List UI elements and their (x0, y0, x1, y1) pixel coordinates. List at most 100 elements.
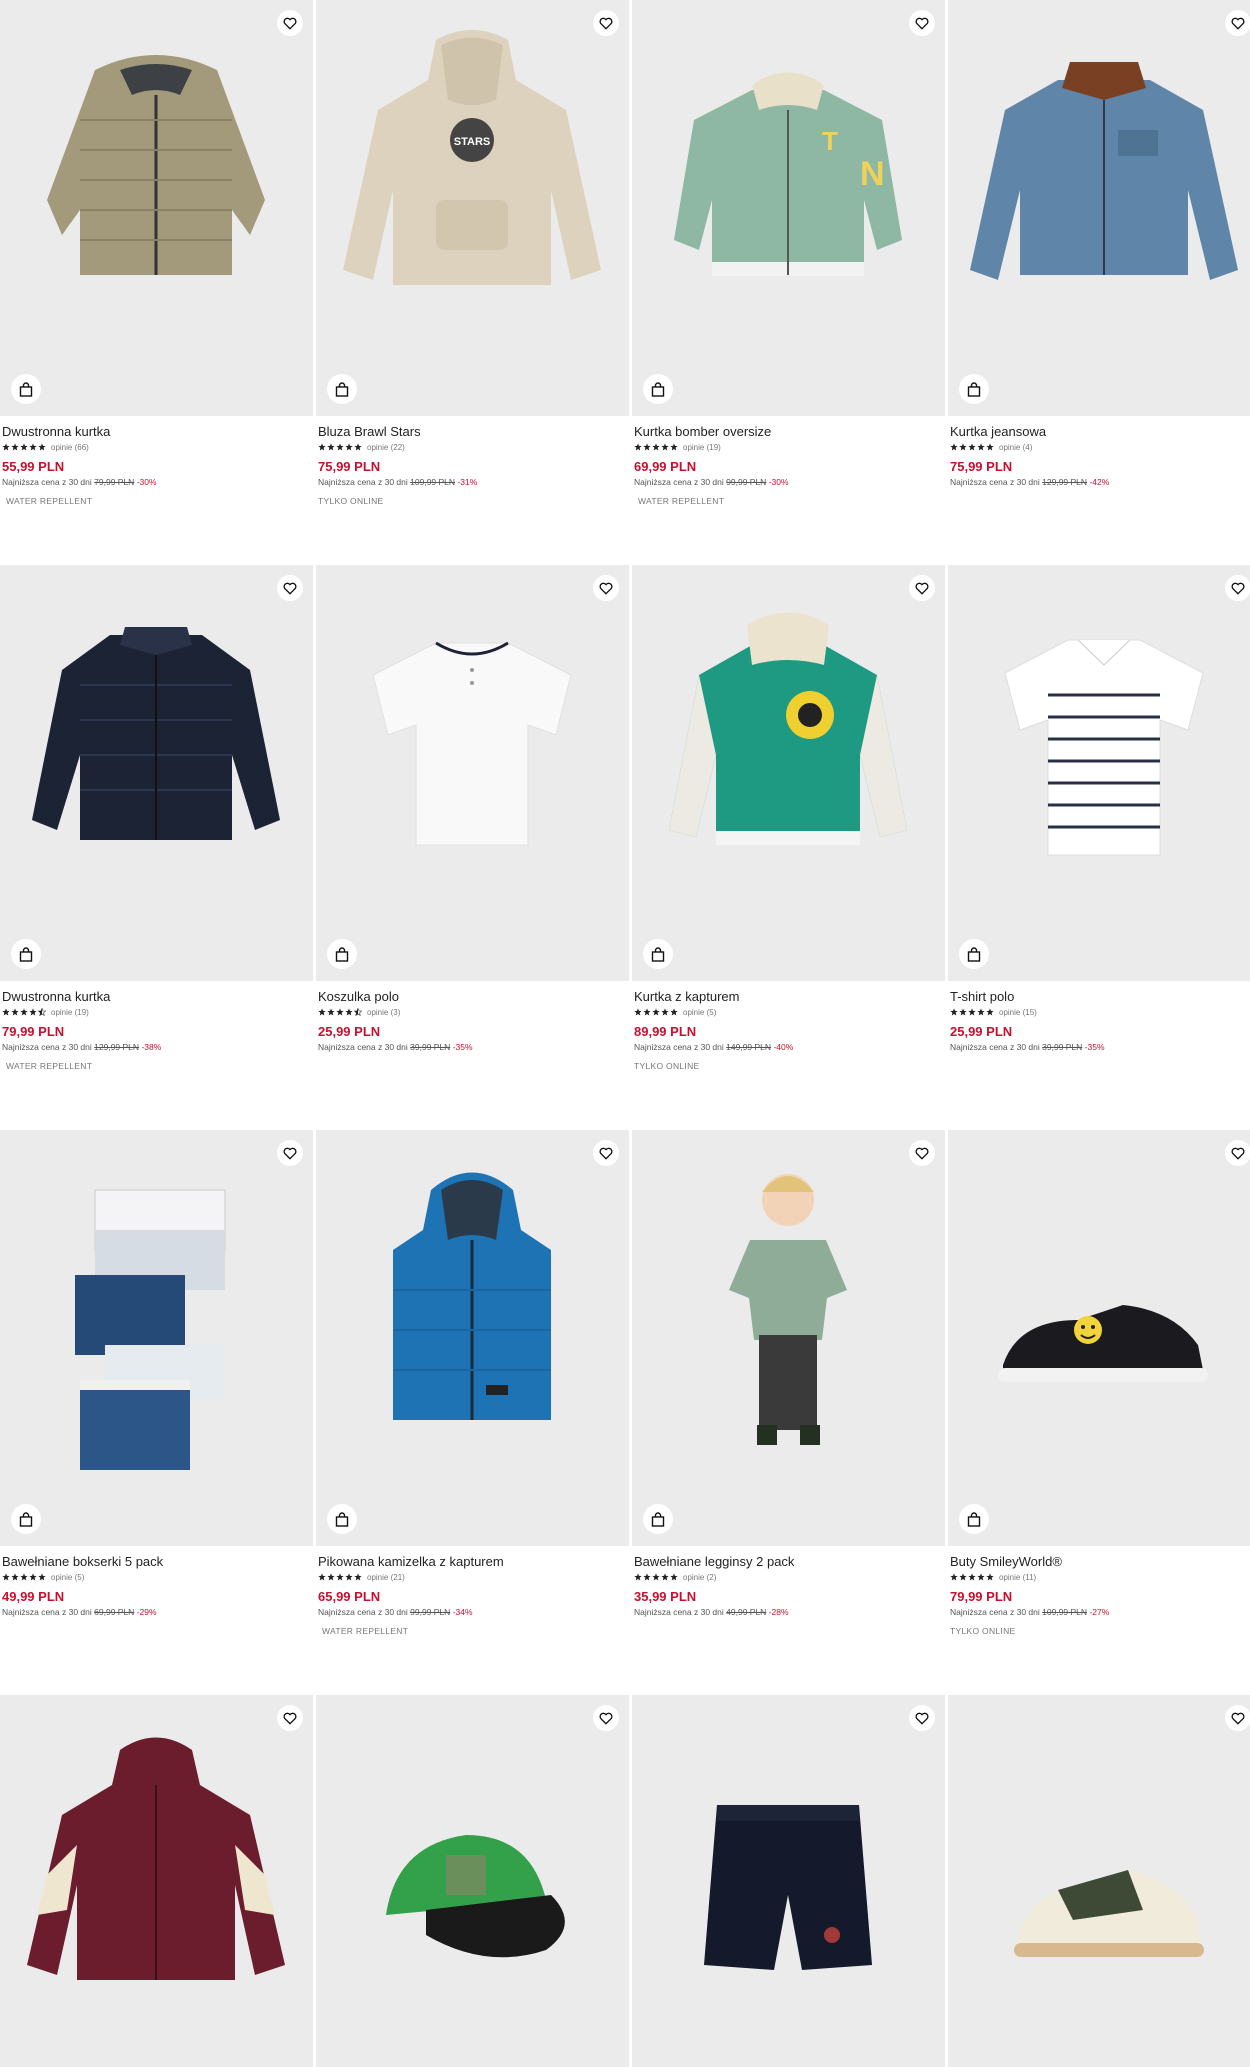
product-rating: opinie (11) (950, 1572, 1250, 1582)
product-name[interactable]: Buty SmileyWorld® (950, 1554, 1250, 1569)
product-card[interactable]: Bawełniane bokserki 5 pack opinie (5) 49… (0, 1130, 313, 1617)
add-to-cart-button[interactable] (959, 1504, 989, 1534)
product-image[interactable] (316, 1130, 629, 1546)
product-image[interactable] (948, 0, 1250, 416)
favorite-button[interactable] (593, 1705, 619, 1731)
product-image[interactable] (948, 1695, 1250, 2067)
product-image[interactable] (0, 565, 313, 981)
product-card[interactable] (632, 1695, 945, 2067)
opinions-count[interactable]: opinie (22) (367, 443, 405, 452)
favorite-button[interactable] (277, 575, 303, 601)
star-icon (38, 443, 46, 451)
favorite-button[interactable] (909, 575, 935, 601)
product-image[interactable]: N T (632, 0, 945, 416)
product-card[interactable]: Kurtka jeansowa opinie (4) 75,99 PLN Naj… (948, 0, 1250, 487)
favorite-button[interactable] (277, 1705, 303, 1731)
add-to-cart-button[interactable] (11, 374, 41, 404)
rating-stars (318, 443, 362, 451)
product-name[interactable]: Bluza Brawl Stars (318, 424, 627, 439)
product-card[interactable]: Dwustronna kurtka opinie (19) 79,99 PLN … (0, 565, 313, 1071)
add-to-cart-button[interactable] (327, 1504, 357, 1534)
product-image[interactable]: STARS (316, 0, 629, 416)
product-card[interactable]: Kurtka z kapturem opinie (5) 89,99 PLN N… (632, 565, 945, 1071)
opinions-count[interactable]: opinie (19) (683, 443, 721, 452)
product-badge: TYLKO ONLINE (318, 496, 384, 506)
lowest-price-label: Najniższa cena z 30 dni (950, 1042, 1040, 1052)
product-image[interactable] (0, 1130, 313, 1546)
product-rating: opinie (2) (634, 1572, 943, 1582)
product-image[interactable] (0, 0, 313, 416)
opinions-count[interactable]: opinie (5) (51, 1573, 84, 1582)
star-icon (986, 1008, 994, 1016)
opinions-count[interactable]: opinie (4) (999, 443, 1032, 452)
opinions-count[interactable]: opinie (21) (367, 1573, 405, 1582)
product-name[interactable]: Koszulka polo (318, 989, 627, 1004)
product-card[interactable] (0, 1695, 313, 2067)
favorite-button[interactable] (1225, 10, 1250, 36)
favorite-button[interactable] (1225, 1140, 1250, 1166)
opinions-count[interactable]: opinie (66) (51, 443, 89, 452)
product-name[interactable]: Dwustronna kurtka (2, 989, 311, 1004)
product-image[interactable] (948, 565, 1250, 981)
favorite-button[interactable] (593, 575, 619, 601)
add-to-cart-button[interactable] (327, 939, 357, 969)
product-card[interactable]: Buty SmileyWorld® opinie (11) 79,99 PLN … (948, 1130, 1250, 1636)
add-to-cart-button[interactable] (643, 1504, 673, 1534)
product-name[interactable]: Kurtka bomber oversize (634, 424, 943, 439)
favorite-button[interactable] (593, 1140, 619, 1166)
add-to-cart-button[interactable] (959, 939, 989, 969)
product-image[interactable] (632, 565, 945, 981)
opinions-count[interactable]: opinie (3) (367, 1008, 400, 1017)
old-price: 129,99 PLN (1042, 477, 1088, 487)
add-to-cart-button[interactable] (11, 939, 41, 969)
add-to-cart-button[interactable] (327, 374, 357, 404)
favorite-button[interactable] (1225, 1705, 1250, 1731)
product-image[interactable] (632, 1695, 945, 2067)
opinions-count[interactable]: opinie (15) (999, 1008, 1037, 1017)
product-name[interactable]: Kurtka jeansowa (950, 424, 1250, 439)
favorite-button[interactable] (909, 1705, 935, 1731)
opinions-count[interactable]: opinie (5) (683, 1008, 716, 1017)
product-image[interactable] (316, 565, 629, 981)
product-card[interactable]: Koszulka polo opinie (3) 25,99 PLN Najni… (316, 565, 629, 1052)
product-image[interactable] (0, 1695, 313, 2067)
product-badge: TYLKO ONLINE (950, 1626, 1016, 1636)
opinions-count[interactable]: opinie (2) (683, 1573, 716, 1582)
star-icon (29, 1008, 37, 1016)
lowest-price-info: Najniższa cena z 30 dni 149,99 PLN -40% (634, 1042, 943, 1052)
favorite-button[interactable] (909, 1140, 935, 1166)
product-card[interactable] (948, 1695, 1250, 2067)
add-to-cart-button[interactable] (643, 374, 673, 404)
add-to-cart-button[interactable] (643, 939, 673, 969)
add-to-cart-button[interactable] (959, 374, 989, 404)
opinions-count[interactable]: opinie (11) (999, 1573, 1036, 1582)
add-to-cart-button[interactable] (11, 1504, 41, 1534)
star-icon (643, 1573, 651, 1581)
product-card[interactable]: Dwustronna kurtka opinie (66) 55,99 PLN … (0, 0, 313, 506)
product-card[interactable] (316, 1695, 629, 2067)
favorite-button[interactable] (277, 1140, 303, 1166)
product-image[interactable] (948, 1130, 1250, 1546)
product-name[interactable]: T-shirt polo (950, 989, 1250, 1004)
star-icon (643, 443, 651, 451)
favorite-button[interactable] (909, 10, 935, 36)
product-card[interactable]: Pikowana kamizelka z kapturem opinie (21… (316, 1130, 629, 1636)
product-badge: WATER REPELLENT (638, 496, 725, 506)
product-image[interactable] (316, 1695, 629, 2067)
product-card[interactable]: T-shirt polo opinie (15) 25,99 PLN Najni… (948, 565, 1250, 1052)
lowest-price-info: Najniższa cena z 30 dni 39,99 PLN -35% (950, 1042, 1250, 1052)
product-name[interactable]: Dwustronna kurtka (2, 424, 311, 439)
product-name[interactable]: Pikowana kamizelka z kapturem (318, 1554, 627, 1569)
favorite-button[interactable] (1225, 575, 1250, 601)
product-card[interactable]: STARS Bluza Brawl Stars opinie (22) 75,9… (316, 0, 629, 506)
favorite-button[interactable] (277, 10, 303, 36)
product-card[interactable]: Bawełniane legginsy 2 pack opinie (2) 35… (632, 1130, 945, 1617)
opinions-count[interactable]: opinie (19) (51, 1008, 89, 1017)
product-name[interactable]: Bawełniane bokserki 5 pack (2, 1554, 311, 1569)
product-card[interactable]: N T Kurtka bomber oversize opinie (19) 6… (632, 0, 945, 506)
favorite-button[interactable] (593, 10, 619, 36)
product-image[interactable] (632, 1130, 945, 1546)
product-name[interactable]: Kurtka z kapturem (634, 989, 943, 1004)
product-name[interactable]: Bawełniane legginsy 2 pack (634, 1554, 943, 1569)
product-rating: opinie (22) (318, 442, 627, 452)
